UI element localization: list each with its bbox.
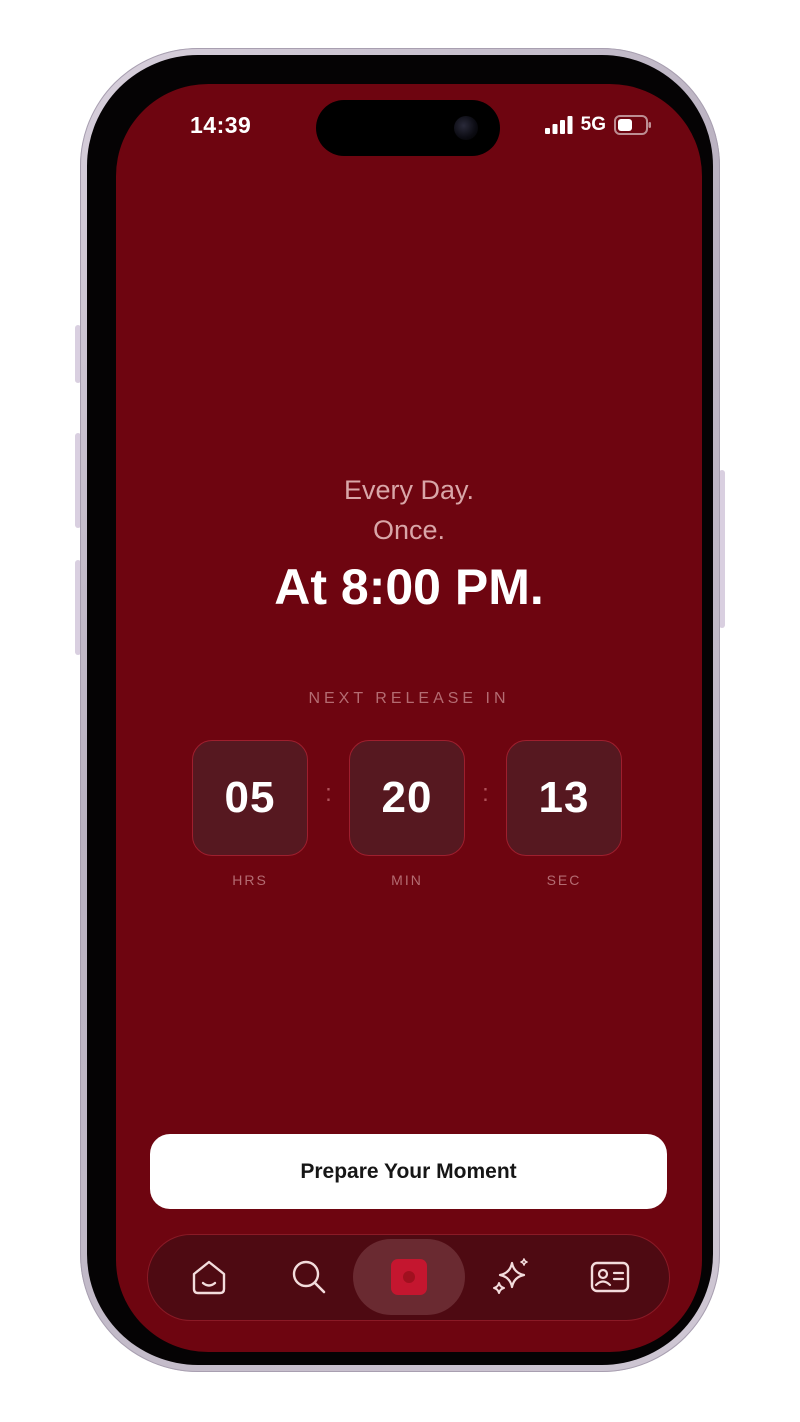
countdown-minutes: 20: [349, 740, 465, 856]
status-time: 14:39: [190, 112, 252, 138]
tab-capture[interactable]: [353, 1235, 465, 1319]
home-icon: [192, 1260, 226, 1295]
countdown-separator: :: [482, 780, 489, 807]
battery-icon: [614, 115, 651, 135]
phone-bezel: 14:39 5G Every Day. Once. At 8:00 PM. NE…: [87, 55, 713, 1365]
tab-profile[interactable]: [570, 1235, 650, 1319]
countdown-timer: 05 : 20 : 13: [192, 740, 626, 860]
headline-line-once: Once.: [372, 515, 446, 545]
tab-home[interactable]: [169, 1235, 249, 1319]
release-headline: Every Day. Once. At 8:00 PM.: [116, 470, 702, 620]
capture-icon: [391, 1259, 427, 1295]
sparkle-icon: [493, 1258, 528, 1294]
hours-unit-label: HRS: [232, 872, 268, 888]
network-type: 5G: [580, 114, 606, 135]
bottom-tab-bar: [147, 1234, 670, 1321]
dynamic-island: [316, 100, 500, 156]
next-release-label: NEXT RELEASE IN: [308, 690, 510, 707]
phone-frame: 14:39 5G Every Day. Once. At 8:00 PM. NE…: [80, 48, 720, 1372]
countdown-seconds: 13: [506, 740, 622, 856]
search-icon: [292, 1260, 326, 1294]
seconds-unit-label: SEC: [546, 872, 582, 888]
signal-icon: [544, 116, 573, 134]
countdown-hours: 05: [192, 740, 308, 856]
profile-card-icon: [590, 1261, 630, 1293]
minutes-unit-label: MIN: [391, 872, 423, 888]
headline-line-every-day: Every Day.: [343, 475, 475, 505]
status-indicators: 5G: [544, 114, 652, 136]
active-tab-highlight: [353, 1239, 465, 1315]
front-camera: [454, 116, 478, 140]
headline-release-time: At 8:00 PM.: [274, 559, 544, 615]
countdown-separator: :: [325, 780, 332, 807]
app-screen: 14:39 5G Every Day. Once. At 8:00 PM. NE…: [116, 84, 702, 1352]
tab-search[interactable]: [269, 1235, 349, 1319]
prepare-moment-button[interactable]: Prepare Your Moment: [150, 1134, 667, 1209]
capture-icon-dot: [403, 1271, 415, 1283]
tab-discover[interactable]: [470, 1235, 550, 1319]
device-mockup: 14:39 5G Every Day. Once. At 8:00 PM. NE…: [0, 0, 800, 1422]
